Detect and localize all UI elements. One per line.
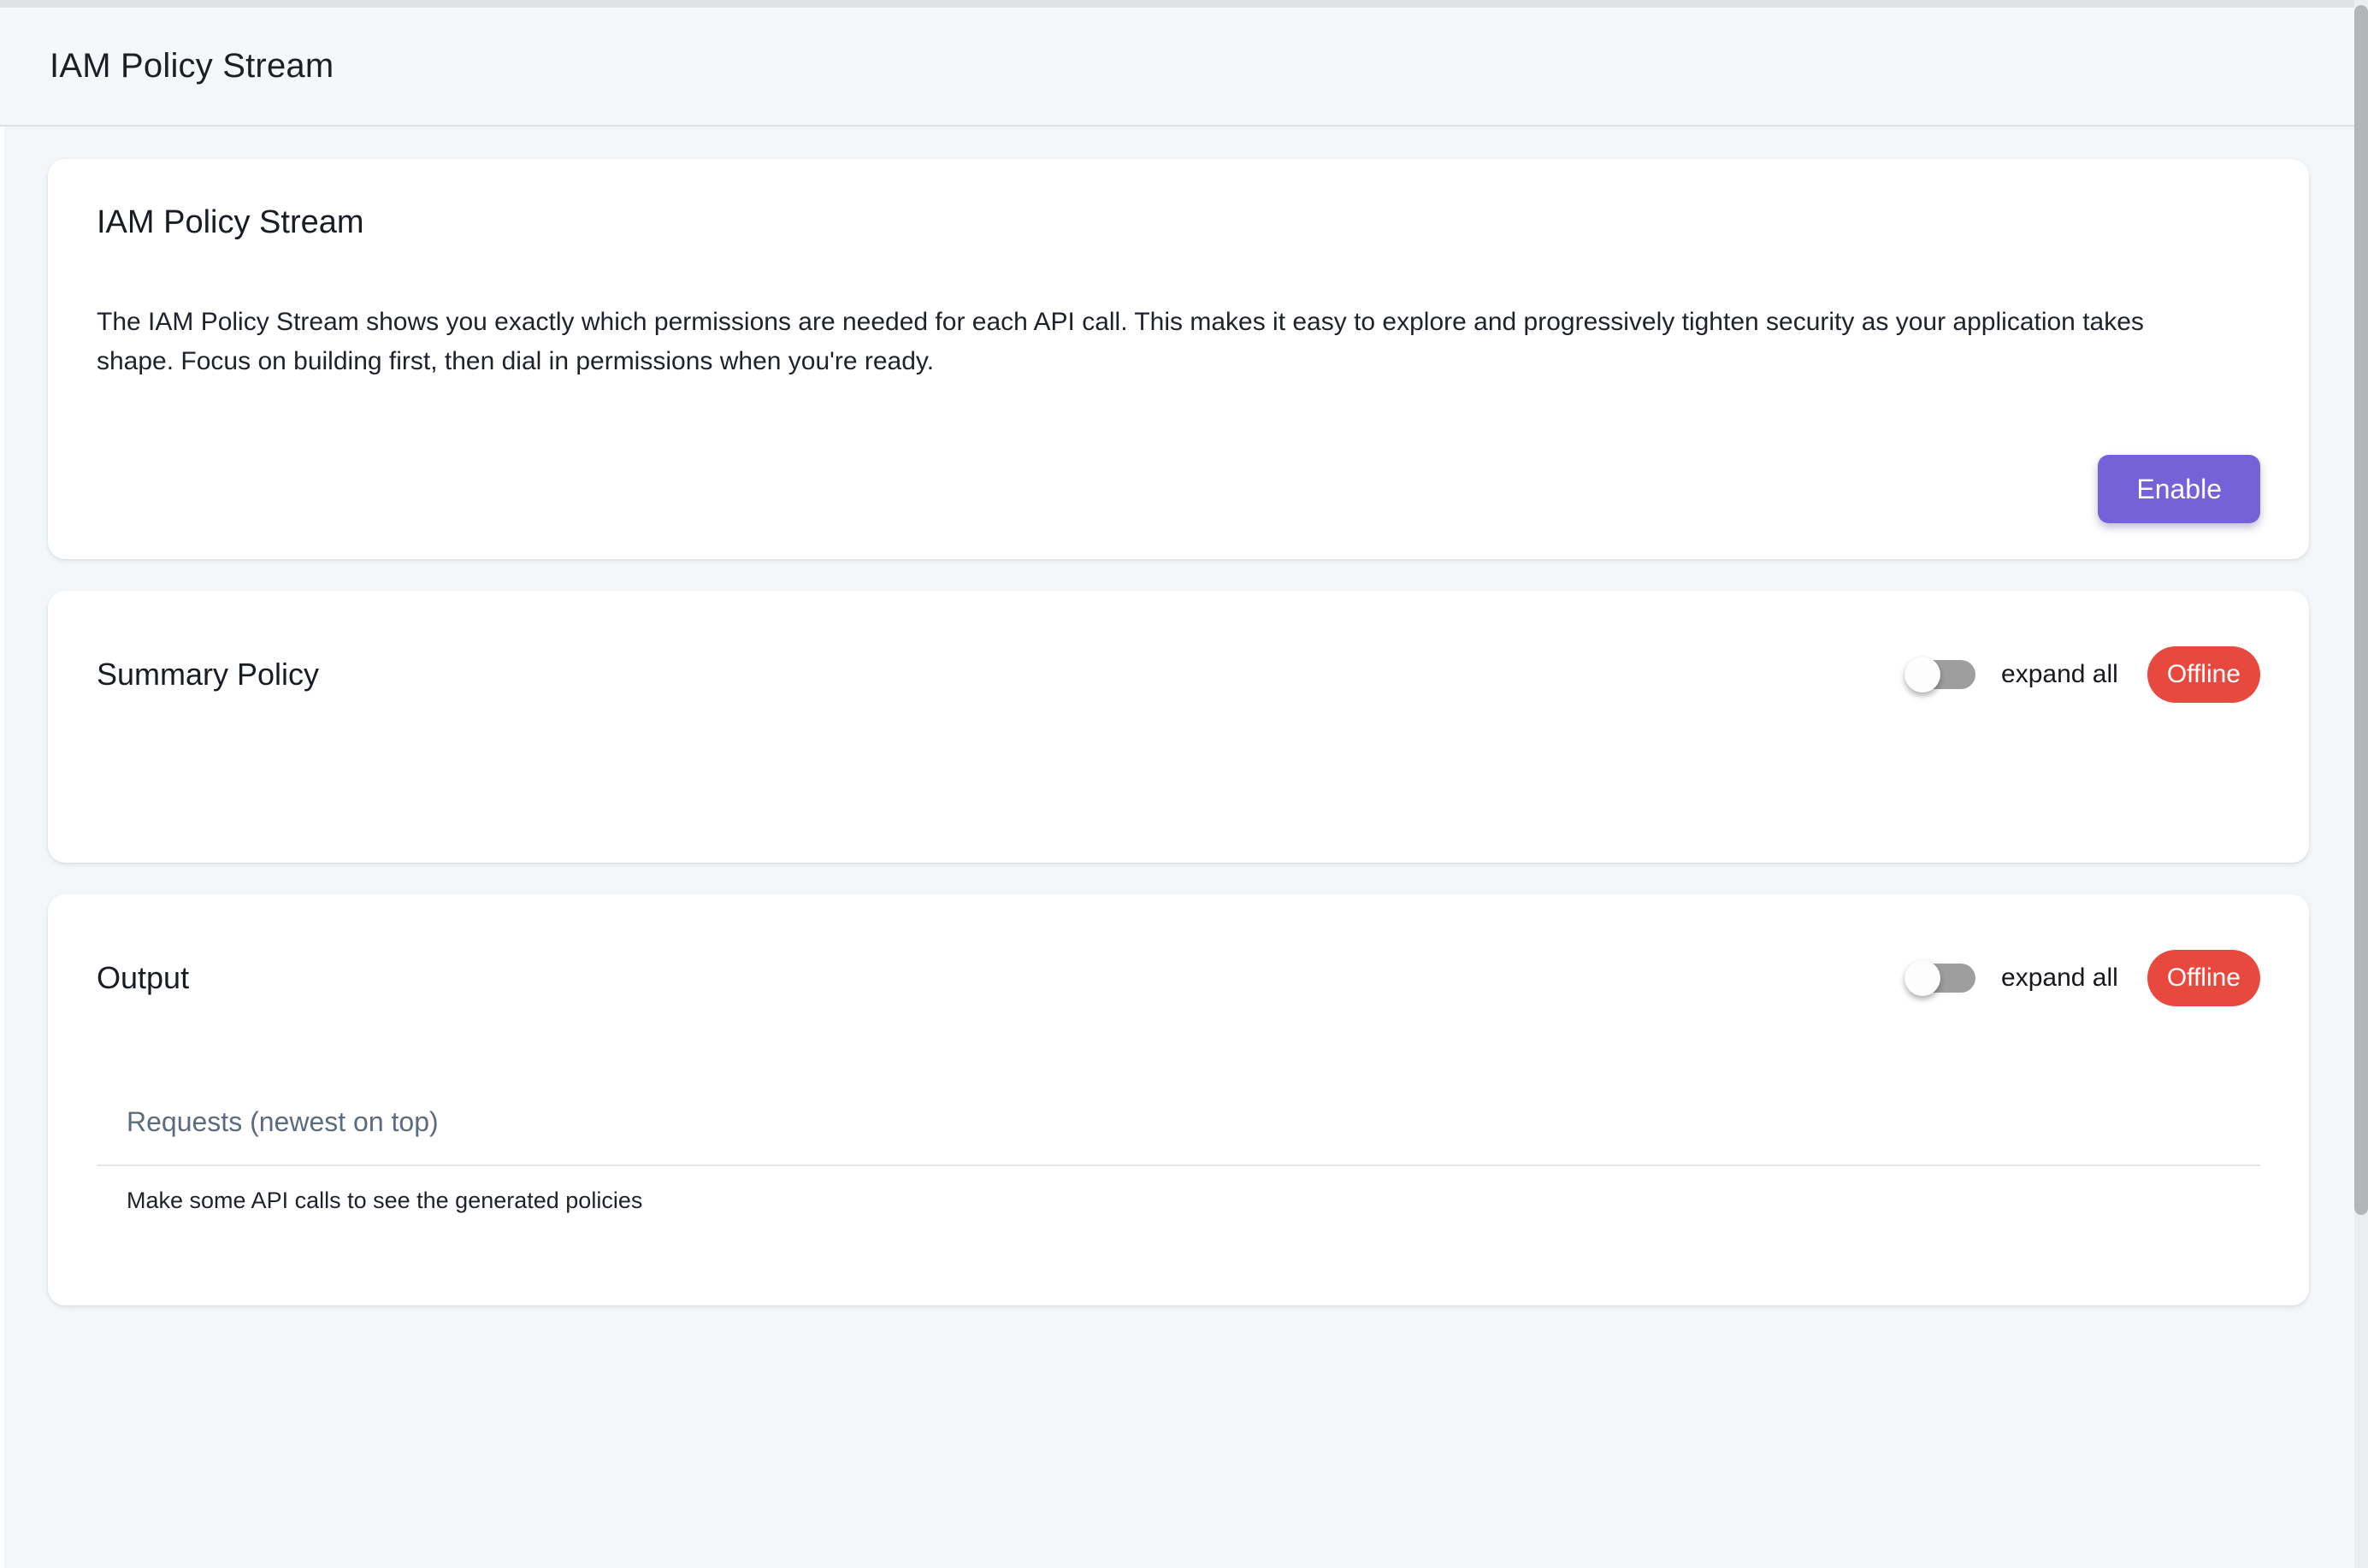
summary-expand-all-label: expand all: [2001, 660, 2118, 689]
intro-card: IAM Policy Stream The IAM Policy Stream …: [48, 159, 2309, 559]
summary-expand-all-toggle[interactable]: [1907, 660, 1975, 689]
output-title: Output: [97, 960, 1907, 996]
page-header: IAM Policy Stream: [0, 8, 2368, 127]
window-top-edge: [0, 0, 2368, 8]
scrollbar-track[interactable]: [2354, 0, 2368, 1568]
intro-card-title: IAM Policy Stream: [97, 203, 2260, 241]
summary-policy-title: Summary Policy: [97, 657, 1907, 693]
output-card: Output expand all Offline Requests (newe…: [48, 894, 2309, 1306]
output-controls: expand all Offline: [1907, 950, 2260, 1006]
enable-button[interactable]: Enable: [2098, 455, 2260, 523]
output-header-row: Output expand all Offline: [97, 944, 2260, 1012]
summary-policy-header-row: Summary Policy expand all Offline: [97, 640, 2260, 709]
summary-policy-card: Summary Policy expand all Offline: [48, 591, 2309, 863]
intro-card-description: The IAM Policy Stream shows you exactly …: [97, 303, 2260, 381]
output-expand-all-label: expand all: [2001, 964, 2118, 993]
output-status-badge: Offline: [2147, 950, 2260, 1006]
page-title: IAM Policy Stream: [50, 47, 334, 85]
toggle-knob: [1904, 960, 1940, 996]
requests-heading: Requests (newest on top): [97, 1105, 2260, 1166]
summary-policy-controls: expand all Offline: [1907, 646, 2260, 703]
output-expand-all-toggle[interactable]: [1907, 964, 1975, 993]
requests-section: Requests (newest on top) Make some API c…: [97, 1105, 2260, 1216]
toggle-knob: [1904, 657, 1940, 693]
requests-empty-message: Make some API calls to see the generated…: [97, 1166, 2260, 1216]
intro-card-actions: Enable: [97, 455, 2260, 523]
main-content: IAM Policy Stream The IAM Policy Stream …: [0, 127, 2354, 1337]
summary-status-badge: Offline: [2147, 646, 2260, 703]
scrollbar-thumb[interactable]: [2354, 5, 2368, 1215]
